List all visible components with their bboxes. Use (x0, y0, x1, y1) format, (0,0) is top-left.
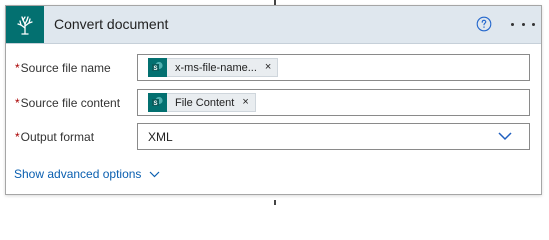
token-label: x-ms-file-name... (175, 61, 257, 74)
source-file-content-label: *Source file content (15, 96, 120, 110)
source-file-name-input[interactable]: S x-ms-file-name... × (137, 54, 530, 81)
flow-connector-bottom (274, 200, 276, 205)
advanced-label: Show advanced options (14, 167, 142, 181)
source-file-name-row: *Source file name S x-ms-file-name... × (6, 54, 541, 82)
field-label: Source file content (20, 96, 121, 110)
sharepoint-icon: S (148, 58, 167, 77)
token-label: File Content (175, 96, 235, 109)
required-mark: * (15, 130, 20, 144)
help-icon[interactable] (476, 16, 492, 32)
output-format-label: *Output format (15, 130, 94, 144)
remove-token-icon[interactable]: × (265, 62, 271, 73)
encodian-app-icon (6, 6, 44, 43)
output-format-row: *Output format XML (6, 123, 541, 151)
source-file-content-row: *Source file content S File Content × (6, 89, 541, 117)
svg-text:S: S (153, 101, 157, 107)
field-label: Source file name (20, 61, 111, 75)
chevron-down-icon[interactable] (498, 131, 512, 141)
svg-text:S: S (153, 66, 157, 72)
action-card: Convert document *Source file name S x-m (5, 5, 542, 195)
remove-token-icon[interactable]: × (242, 97, 248, 108)
selected-format: XML (148, 130, 173, 144)
more-options-icon[interactable] (511, 15, 535, 33)
tree-icon (17, 15, 33, 35)
required-mark: * (15, 96, 20, 110)
chevron-down-icon (150, 171, 160, 177)
action-title: Convert document (54, 16, 169, 32)
sharepoint-icon: S (148, 93, 167, 112)
output-format-select[interactable]: XML (137, 123, 530, 150)
show-advanced-options-link[interactable]: Show advanced options (14, 167, 160, 181)
source-file-content-input[interactable]: S File Content × (137, 89, 530, 116)
action-header[interactable]: Convert document (6, 6, 541, 44)
source-file-name-label: *Source file name (15, 61, 111, 75)
field-label: Output format (20, 130, 95, 144)
dynamic-content-token[interactable]: S File Content × (148, 93, 256, 112)
required-mark: * (15, 61, 20, 75)
dynamic-content-token[interactable]: S x-ms-file-name... × (148, 58, 279, 77)
